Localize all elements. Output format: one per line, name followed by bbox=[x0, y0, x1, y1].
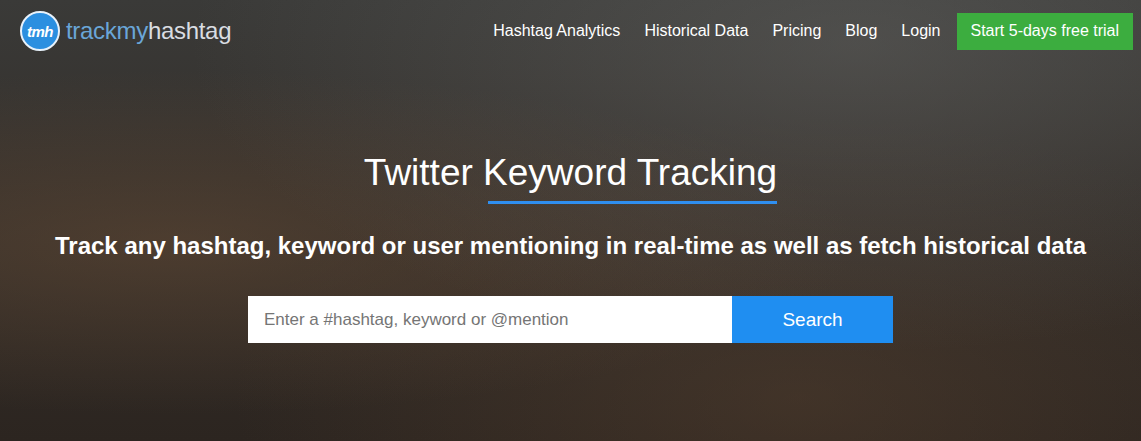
logo[interactable]: tmhtrackmyhashtag bbox=[20, 11, 231, 51]
search-bar: Search bbox=[248, 296, 893, 343]
logo-mark: tmh bbox=[20, 11, 60, 51]
nav: Hashtag Analytics Historical Data Pricing B… bbox=[493, 13, 1133, 50]
nav-link[interactable]: Login bbox=[901, 22, 940, 40]
hero-title: Twitter Keyword Tracking bbox=[364, 150, 777, 196]
search-button[interactable]: Search bbox=[732, 296, 893, 343]
nav-link[interactable]: Hashtag Analytics bbox=[493, 22, 620, 40]
nav-link[interactable]: Pricing bbox=[772, 22, 821, 40]
logo-name: trackmyhashtag bbox=[66, 17, 231, 45]
hero-subtitle: Track any hashtag, keyword or user menti… bbox=[45, 230, 1096, 262]
hero: Twitter Keyword Tracking Track any hashta… bbox=[0, 52, 1141, 343]
header: tmhtrackmyhashtag Hashtag Analytics Histor… bbox=[0, 0, 1141, 52]
page: tmhtrackmyhashtag Hashtag Analytics Histor… bbox=[0, 0, 1141, 441]
nav-link[interactable]: Historical Data bbox=[644, 22, 748, 40]
nav-link[interactable]: Blog bbox=[845, 22, 877, 40]
trial-button[interactable]: Start 5-days free trial bbox=[957, 13, 1134, 50]
search-input[interactable] bbox=[248, 296, 732, 343]
